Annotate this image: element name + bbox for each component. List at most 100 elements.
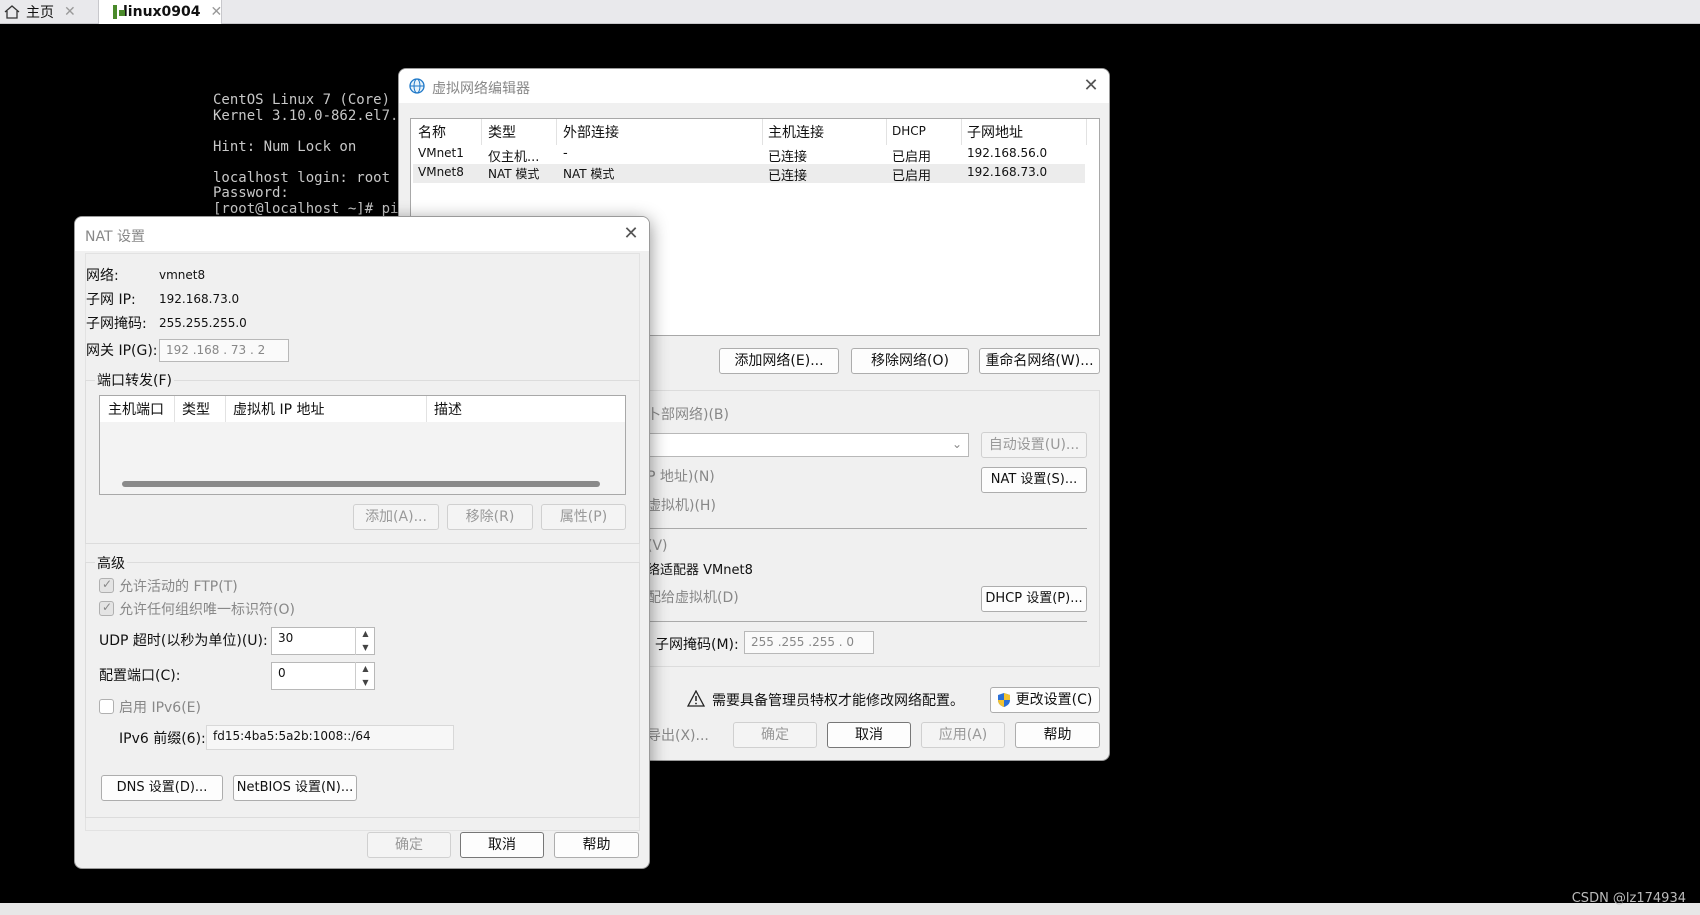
chevron-up-icon[interactable]: ▲ [356,627,375,641]
udp-timeout-spinner[interactable]: ▲ ▼ [355,627,375,655]
cell-name: VMnet8 [418,165,464,179]
chevron-down-icon[interactable]: ▼ [356,641,375,655]
cell-name: VMnet1 [418,146,464,160]
column-description[interactable]: 描述 [434,399,462,419]
remove-network-button[interactable]: 移除网络(O) [851,348,969,374]
cell-type: 仅主机... [488,150,540,165]
port-forward-list[interactable]: 主机端口 类型 虚拟机 IP 地址 描述 [99,395,626,495]
advanced-label: 高级 [95,553,127,573]
nat-titlebar: NAT 设置 ✕ [75,217,649,251]
console-line: CentOS Linux 7 (Core) [213,92,391,108]
column-dhcp[interactable]: DHCP [892,124,926,138]
subnet-mask-value: 255.255.255.0 [159,316,247,330]
subnet-ip-value: 192.168.73.0 [159,292,240,306]
netbios-settings-button[interactable]: NetBIOS 设置(N)... [233,775,357,801]
console-line: localhost login: root [213,169,391,186]
cell-host: 已连接 [768,150,808,165]
nat-title: NAT 设置 [85,229,145,245]
enable-ipv6-label: 启用 IPv6(E) [119,700,201,716]
column-name[interactable]: 名称 [418,122,446,142]
bridged-label: 卜部网络)(B) [647,407,729,423]
ipv6-prefix-label: IPv6 前缀(6): [119,731,206,747]
allow-ftp-checkbox[interactable] [99,577,114,593]
cell-host: 已连接 [768,169,808,184]
change-settings-label: 更改设置(C) [1015,692,1093,708]
vm-console[interactable]: CentOS Linux 7 (Core) Kernel 3.10.0-862.… [213,92,407,217]
nat-cancel-button[interactable]: 取消 [460,832,544,858]
tab-home[interactable]: 主页 ✕ [4,0,94,24]
host-only-label: 虚拟机)(H) [647,498,716,514]
subnet-mask-input[interactable]: 255 .255 .255 . 0 [744,631,874,654]
cell-subnet: 192.168.73.0 [967,165,1048,179]
nat-settings-button[interactable]: NAT 设置(S)... [981,467,1087,493]
watermark: CSDN @lz174934 [1571,891,1686,906]
vne-titlebar: 虚拟网络编辑器 ✕ [399,69,1109,103]
vne-help-button[interactable]: 帮助 [1015,722,1100,748]
column-subnet[interactable]: 子网地址 [967,122,1023,142]
warning-icon [687,690,705,707]
network-label: 网络: [86,268,119,284]
nat-settings-dialog: NAT 设置 ✕ 网络: vmnet8 子网 IP: 192.168.73.0 … [74,216,650,869]
port-properties-button[interactable]: 属性(P) [541,504,626,530]
console-line: [root@localhost ~]# pin [213,200,407,217]
chevron-up-icon[interactable]: ▲ [356,662,375,676]
close-icon[interactable]: ✕ [619,223,643,244]
horizontal-scrollbar[interactable] [122,481,600,487]
column-vm-ip[interactable]: 虚拟机 IP 地址 [233,399,324,419]
bridge-to-select[interactable]: ⌄ [647,433,969,457]
column-type[interactable]: 类型 [488,122,516,142]
vm-icon [113,5,125,19]
close-icon[interactable]: ✕ [211,4,223,20]
network-row-vmnet8[interactable]: VMnet8 NAT 模式 NAT 模式 已连接 已启用 192.168.73.… [413,164,1085,184]
ipv6-prefix-input[interactable]: fd15:4ba5:5a2b:1008::/64 [206,725,454,750]
home-icon [4,5,20,19]
vne-cancel-button[interactable]: 取消 [827,722,911,748]
console-line: Kernel 3.10.0-862.el7.x [213,107,407,124]
dns-settings-button[interactable]: DNS 设置(D)... [101,775,223,801]
network-row-vmnet1[interactable]: VMnet1 仅主机... - 已连接 已启用 192.168.56.0 [413,145,1085,165]
tab-home-label: 主页 [26,5,54,21]
allow-oui-label: 允许任何组织唯一标识符(O) [119,602,295,618]
vne-title: 虚拟网络编辑器 [432,81,530,97]
close-icon[interactable]: ✕ [1079,75,1103,96]
column-type[interactable]: 类型 [182,399,210,419]
vne-ok-button[interactable]: 确定 [733,722,817,748]
column-host-port[interactable]: 主机端口 [108,399,164,419]
subnet-mask-label: 子网掩码: [86,316,147,332]
allow-oui-checkbox[interactable] [99,600,114,616]
cell-dhcp: 已启用 [892,150,932,165]
gateway-ip-input[interactable]: 192 .168 . 73 . 2 [159,339,289,362]
export-button-label[interactable]: 导出(X)... [647,725,709,745]
chevron-down-icon[interactable]: ▼ [356,676,375,690]
auto-setup-button[interactable]: 自动设置(U)... [981,432,1087,458]
nat-ok-button[interactable]: 确定 [367,832,451,858]
uac-shield-icon [998,693,1010,707]
rename-network-button[interactable]: 重命名网络(W)... [979,348,1100,374]
divider [647,621,1087,622]
enable-ipv6-checkbox[interactable] [99,699,114,714]
column-host-connection[interactable]: 主机连接 [768,122,824,142]
subnet-mask-label: 子网掩码(M): [655,637,739,653]
remove-port-button[interactable]: 移除(R) [447,504,533,530]
connect-host-adapter-label: (V) [647,538,668,554]
dhcp-settings-button[interactable]: DHCP 设置(P)... [981,586,1087,612]
nat-help-button[interactable]: 帮助 [554,832,639,858]
gateway-ip-label: 网关 IP(G): [86,343,158,359]
change-settings-button[interactable]: 更改设置(C) [990,687,1100,713]
status-bar [0,903,1700,915]
config-port-spinner[interactable]: ▲ ▼ [355,662,375,690]
close-icon[interactable]: ✕ [64,4,76,20]
divider [647,528,1087,529]
add-network-button[interactable]: 添加网络(E)... [719,348,839,374]
tab-vm[interactable]: linux0904 ✕ [98,0,222,24]
tab-vm-label: linux0904 [123,4,201,20]
column-external[interactable]: 外部连接 [563,122,619,142]
vne-apply-button[interactable]: 应用(A) [921,722,1005,748]
cell-dhcp: 已启用 [892,169,932,184]
console-line: Password: [213,185,289,201]
cell-subnet: 192.168.56.0 [967,146,1048,160]
admin-warning-text: 需要具备管理员特权才能修改网络配置。 [712,693,964,709]
tab-bar: 主页 ✕ linux0904 ✕ [0,0,1700,24]
port-forward-header: 主机端口 类型 虚拟机 IP 地址 描述 [100,396,625,422]
add-port-button[interactable]: 添加(A)... [353,504,439,530]
